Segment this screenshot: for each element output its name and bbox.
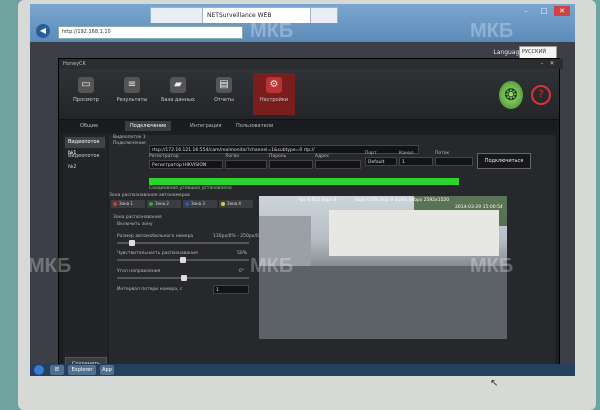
recorder-select[interactable]: Регистратор HIKVISION xyxy=(149,160,223,169)
minimize-button[interactable]: – xyxy=(518,6,534,16)
plate-size-slider[interactable] xyxy=(117,240,249,246)
stream-type-label: Поток xyxy=(435,151,450,156)
cam-wall xyxy=(329,210,499,256)
plate-size-knob[interactable] xyxy=(129,240,135,246)
login-field[interactable] xyxy=(225,160,267,169)
recorder-label: Регистратор xyxy=(149,154,179,159)
toolbar-settings[interactable]: ⚙ Настройки xyxy=(253,73,295,115)
toolbar-results[interactable]: ≡ Результаты xyxy=(111,73,153,115)
help-icon[interactable]: ? xyxy=(531,85,551,105)
taskbar-explorer-icon[interactable]: Explorer xyxy=(68,365,96,375)
app-minimize-icon[interactable]: – xyxy=(537,59,547,69)
connection-progress xyxy=(149,178,459,185)
address-field[interactable] xyxy=(315,160,361,169)
zone-2-dot xyxy=(149,202,153,206)
plate-size-label: Размер автомобильного номера xyxy=(117,234,194,239)
connection-title: Подключение xyxy=(113,141,146,146)
timeout-label: Интервал потери номера, с xyxy=(117,287,183,292)
zone-1-button[interactable]: Зона 1 xyxy=(111,200,145,208)
progress-fill xyxy=(149,178,459,185)
zone-2-button[interactable]: Зона 2 xyxy=(147,200,181,208)
app-title: HoneyCK xyxy=(59,59,563,69)
watermark-2: МКБ xyxy=(470,20,514,42)
connection-status: Соединение успешно установлено xyxy=(149,186,232,191)
app-window: HoneyCK – ✕ ▭ Просмотр ≡ Результаты ▰ База … xyxy=(58,58,563,376)
main-toolbar: ▭ Просмотр ≡ Результаты ▰ База данных ▤ Отче… xyxy=(59,69,559,120)
timeout-field[interactable]: 1 xyxy=(213,285,249,294)
watermark-3: МКБ xyxy=(250,255,294,277)
port-field[interactable]: Default xyxy=(365,157,397,166)
settings-icon: ⚙ xyxy=(266,77,282,93)
new-tab-button[interactable] xyxy=(310,7,338,23)
app-close-icon[interactable]: ✕ xyxy=(547,59,557,69)
settings-tabs: Общие Подключение Интеграция Пользовател… xyxy=(59,120,559,132)
zone-3-button[interactable]: Зона 3 xyxy=(183,200,217,208)
zone-4-dot xyxy=(221,202,225,206)
stream-type-select[interactable] xyxy=(435,157,473,166)
zone-1-dot xyxy=(113,202,117,206)
cam-overlay-right: kbps 0.0% skip 0 audio 0kbps 2592x1520 xyxy=(355,198,450,203)
toolbar-view[interactable]: ▭ Просмотр xyxy=(65,73,107,115)
browser-tab-1[interactable] xyxy=(150,7,208,23)
start-button[interactable] xyxy=(34,365,44,375)
password-field[interactable] xyxy=(269,160,313,169)
screen: NETSurveillance WEB ◀ http://192.168.1.1… xyxy=(30,4,575,376)
close-button[interactable]: ✕ xyxy=(554,6,570,16)
back-arrow-icon[interactable]: ◀ xyxy=(36,24,50,38)
login-label: Логин xyxy=(225,154,240,159)
tab-general[interactable]: Общие xyxy=(75,121,103,131)
fingerprint-icon: ❂ xyxy=(499,81,523,109)
monitor-icon: ▭ xyxy=(78,77,94,93)
car-icon: ▰ xyxy=(170,77,186,93)
toolbar-database[interactable]: ▰ База данных xyxy=(157,73,199,115)
sidebar-item-stream-1[interactable]: Видеопоток №1 xyxy=(65,137,105,156)
channel-label: Канал xyxy=(399,151,414,156)
plate-size-value: 130px/0% - 250px/0% xyxy=(213,234,264,239)
angle-value: 0° xyxy=(239,269,245,274)
reports-icon: ▤ xyxy=(216,77,232,93)
taskbar-app-icon[interactable]: App xyxy=(100,365,114,375)
zone-4-button[interactable]: Зона 4 xyxy=(219,200,253,208)
connect-button[interactable]: Подключиться xyxy=(477,153,531,169)
sidebar-item-stream-2[interactable]: Видеопоток №2 xyxy=(65,151,105,170)
tab-title: NETSurveillance WEB xyxy=(207,12,272,19)
stream-title: Видеопоток 1 xyxy=(113,135,146,140)
channel-select[interactable]: 1 xyxy=(399,157,433,166)
address-label: Адрес xyxy=(315,154,330,159)
cam-overlay-left: fps 6.655 kbps 0 xyxy=(299,198,337,203)
toolbar-reports[interactable]: ▤ Отчеты xyxy=(203,73,245,115)
maximize-button[interactable]: □ xyxy=(536,6,552,16)
mouse-cursor-icon: ↖ xyxy=(490,378,499,389)
sensitivity-label: Чувствительность распознавания xyxy=(117,251,198,256)
tab-connection[interactable]: Подключение xyxy=(125,121,172,131)
results-icon: ≡ xyxy=(124,77,140,93)
web-page: Language РУССКИЙ HoneyCK – ✕ ▭ Просмотр ≡… xyxy=(30,42,575,376)
angle-slider[interactable] xyxy=(117,275,249,281)
sensitivity-value: 50% xyxy=(237,251,248,256)
sensitivity-knob[interactable] xyxy=(180,257,186,263)
zone-buttons: Зона 1 Зона 2 Зона 3 Зона 4 xyxy=(109,197,257,211)
zone-toggle[interactable]: Включить зону xyxy=(117,222,153,227)
sensitivity-slider[interactable] xyxy=(117,257,249,263)
rtsp-url-field[interactable]: rtsp://172.16.121.16:554/cam/realmonitor… xyxy=(149,145,419,154)
taskbar-ie-icon[interactable]: IE xyxy=(50,365,64,375)
watermark-4: МКБ xyxy=(28,255,72,277)
taskbar: IE Explorer App xyxy=(30,364,575,376)
watermark-5: МКБ xyxy=(470,255,514,277)
watermark-1: МКБ xyxy=(250,20,294,42)
angle-knob[interactable] xyxy=(181,275,187,281)
zone-section-label: Зона распознавания xyxy=(113,215,162,220)
port-label: Порт xyxy=(365,151,377,156)
cam-timestamp: 2014-03-29 15:00:54 xyxy=(455,205,503,210)
password-label: Пароль xyxy=(269,154,287,159)
tab-integration[interactable]: Интеграция xyxy=(185,121,227,131)
angle-label: Угол направления xyxy=(117,269,161,274)
zone-3-dot xyxy=(185,202,189,206)
tab-users[interactable]: Пользователи xyxy=(231,121,278,131)
address-bar[interactable]: http://192.168.1.10 xyxy=(58,26,243,39)
